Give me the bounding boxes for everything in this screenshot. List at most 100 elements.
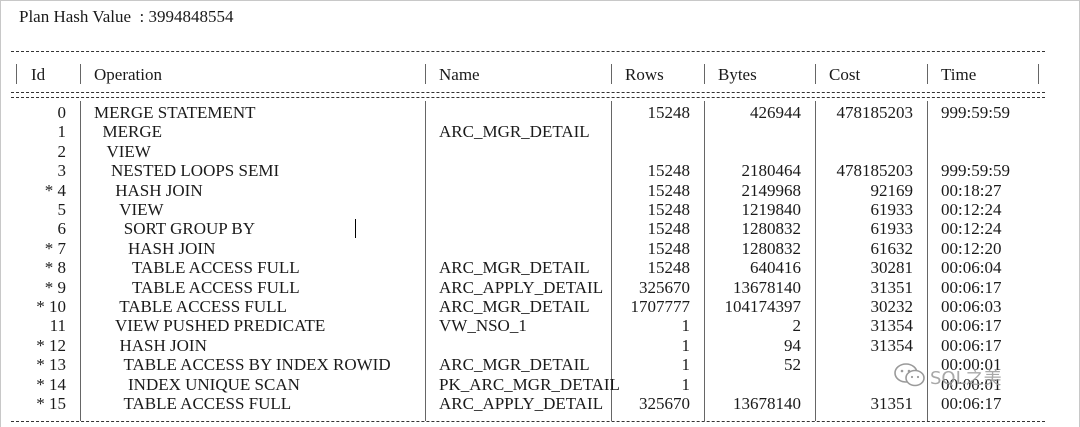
cell-bytes: 1280832 [741, 219, 802, 239]
cell-rows: 1 [681, 374, 691, 394]
cell-operation: VIEW [94, 141, 151, 161]
table-row: 11 VIEW PUSHED PREDICATE VW_NSO_1 1 2 31354 0… [0, 316, 1060, 335]
table-row: 3 NESTED LOOPS SEMI 15248 2180464 478185203… [0, 161, 1060, 180]
header-id: Id [31, 65, 46, 84]
cell-rows: 15248 [647, 258, 691, 278]
cell-time: 999:59:59 [941, 103, 1010, 122]
wechat-icon [894, 363, 925, 387]
cell-operation: VIEW [94, 200, 164, 219]
cell-time: 00:18:27 [941, 180, 1002, 200]
column-separator [704, 64, 705, 84]
cell-time: 00:06:04 [941, 258, 1002, 278]
cell-operation: HASH JOIN [94, 238, 216, 258]
cell-operation: MERGE [94, 122, 163, 142]
cell-cost: 30281 [870, 258, 914, 278]
table-row: * 9 TABLE ACCESS FULL ARC_APPLY_DETAIL 325… [0, 278, 1060, 297]
cell-rows: 15248 [647, 103, 691, 122]
cell-rows: 1707777 [630, 297, 691, 316]
cell-operation: SORT GROUP BY [94, 219, 255, 239]
plan-hash-value: Plan Hash Value : 3994848554 [19, 7, 234, 26]
divider [11, 421, 1045, 422]
table-row: * 7 HASH JOIN 15248 1280832 61632 00:12:20 [0, 239, 1060, 258]
cell-operation: TABLE ACCESS FULL [94, 258, 300, 278]
text-cursor [355, 219, 356, 238]
cell-operation: TABLE ACCESS FULL [94, 277, 300, 297]
header-operation: Operation [94, 65, 162, 84]
column-separator [80, 64, 81, 84]
cell-cost: 61933 [870, 219, 914, 239]
cell-bytes: 1280832 [741, 238, 802, 258]
table-row: * 15 TABLE ACCESS FULL ARC_APPLY_DETAIL 32… [0, 394, 1060, 413]
cell-name: ARC_APPLY_DETAIL [439, 394, 604, 413]
cell-rows: 15248 [647, 200, 691, 219]
cell-cost: 478185203 [836, 161, 914, 181]
cell-cost: 92169 [870, 180, 914, 200]
header-time: Time [941, 65, 977, 84]
cell-operation: TABLE ACCESS BY INDEX ROWID [94, 355, 391, 375]
cell-cost: 61632 [870, 238, 914, 258]
cell-bytes: 13678140 [733, 277, 801, 297]
cell-operation: VIEW PUSHED PREDICATE [94, 316, 326, 336]
table-row: 2 VIEW [0, 142, 1060, 161]
table-row: * 8 TABLE ACCESS FULL ARC_MGR_DETAIL 15248… [0, 258, 1060, 277]
cell-cost: 31351 [870, 277, 914, 297]
cell-bytes: 94 [784, 335, 801, 355]
header-bytes: Bytes [718, 65, 757, 84]
cell-cost: 478185203 [836, 103, 914, 122]
header-name: Name [439, 65, 480, 84]
table-row: * 12 HASH JOIN 1 94 31354 00:06:17 [0, 336, 1060, 355]
cell-rows: 15248 [647, 219, 691, 239]
cell-rows: 15248 [647, 180, 691, 200]
cell-cost: 31354 [870, 316, 914, 336]
cell-bytes: 640416 [750, 258, 801, 278]
divider [11, 92, 1045, 93]
cell-cost: 30232 [870, 297, 914, 316]
cell-time: 00:06:17 [941, 316, 1002, 336]
cell-time: 999:59:59 [941, 161, 1010, 181]
cell-operation: INDEX UNIQUE SCAN [94, 374, 300, 394]
cell-bytes: 2180464 [741, 161, 802, 181]
cell-time: 00:06:17 [941, 394, 1002, 413]
cell-rows: 325670 [639, 277, 690, 297]
cell-id: * 8 [44, 258, 66, 278]
cell-id: * 13 [36, 355, 66, 375]
table-row: * 4 HASH JOIN 15248 2149968 92169 00:18:27 [0, 181, 1060, 200]
column-separator [16, 64, 17, 84]
column-separator [815, 64, 816, 84]
cell-rows: 1 [681, 335, 691, 355]
cell-id: * 15 [36, 394, 66, 413]
cell-id: 0 [57, 103, 67, 122]
table-row: 0 MERGE STATEMENT 15248 426944 478185203 999:… [0, 103, 1060, 122]
divider [11, 51, 1045, 52]
cell-rows: 15248 [647, 238, 691, 258]
cell-name: ARC_MGR_DETAIL [439, 258, 590, 278]
cell-name: ARC_MGR_DETAIL [439, 355, 590, 375]
cell-operation: TABLE ACCESS FULL [94, 297, 287, 316]
cell-id: 5 [57, 200, 67, 219]
cell-id: * 10 [36, 297, 66, 316]
cell-name: VW_NSO_1 [439, 316, 527, 336]
cell-operation: NESTED LOOPS SEMI [94, 161, 280, 181]
cell-id: * 14 [36, 374, 66, 394]
cell-id: 11 [49, 316, 66, 336]
cell-bytes: 13678140 [733, 394, 801, 413]
cell-id: 2 [57, 141, 67, 161]
cell-bytes: 2 [792, 316, 802, 336]
table-row: 5 VIEW 15248 1219840 61933 00:12:24 [0, 200, 1060, 219]
column-separator [927, 64, 928, 84]
cell-id: * 7 [44, 238, 66, 258]
watermark-text: SQL之美 [930, 368, 1002, 389]
cell-bytes: 1219840 [741, 200, 802, 219]
cell-cost: 61933 [870, 200, 914, 219]
cell-id: 6 [57, 219, 67, 239]
cell-rows: 1 [681, 316, 691, 336]
cell-id: * 12 [36, 335, 66, 355]
cell-rows: 325670 [639, 394, 690, 413]
column-separator [425, 64, 426, 84]
cell-cost: 31351 [870, 394, 914, 413]
cell-operation: MERGE STATEMENT [94, 103, 256, 122]
cell-time: 00:06:17 [941, 277, 1002, 297]
column-separator [611, 64, 612, 84]
cell-id: * 9 [44, 277, 66, 297]
divider [11, 97, 1045, 98]
